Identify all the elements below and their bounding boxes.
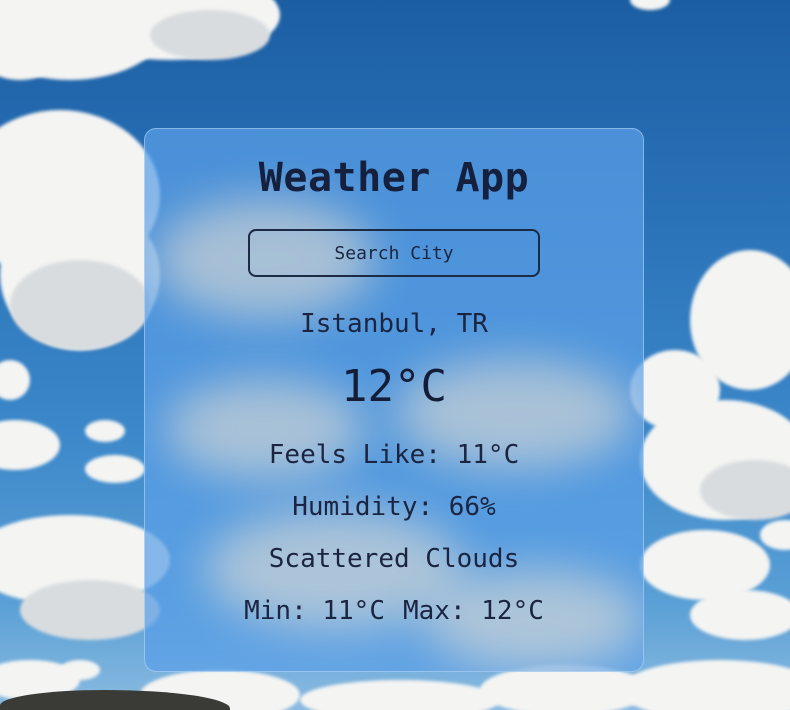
min-temp-text: Min: 11°C — [244, 596, 385, 626]
temperature-value: 12°C — [341, 361, 447, 412]
location-label: Istanbul, TR — [300, 309, 488, 339]
weather-card: Weather App Istanbul, TR 12°C Feels Like… — [144, 128, 644, 672]
search-city-input[interactable] — [248, 229, 540, 277]
max-temp-text: Max: 12°C — [403, 596, 544, 626]
weather-description: Scattered Clouds — [268, 544, 520, 574]
humidity-text: Humidity: 66% — [292, 492, 496, 522]
card-content: Weather App Istanbul, TR 12°C Feels Like… — [145, 129, 643, 626]
feels-like-text: Feels Like: 11°C — [268, 440, 520, 470]
app-title: Weather App — [258, 155, 530, 201]
min-max-row: Min: 11°C Max: 12°C — [145, 596, 643, 626]
